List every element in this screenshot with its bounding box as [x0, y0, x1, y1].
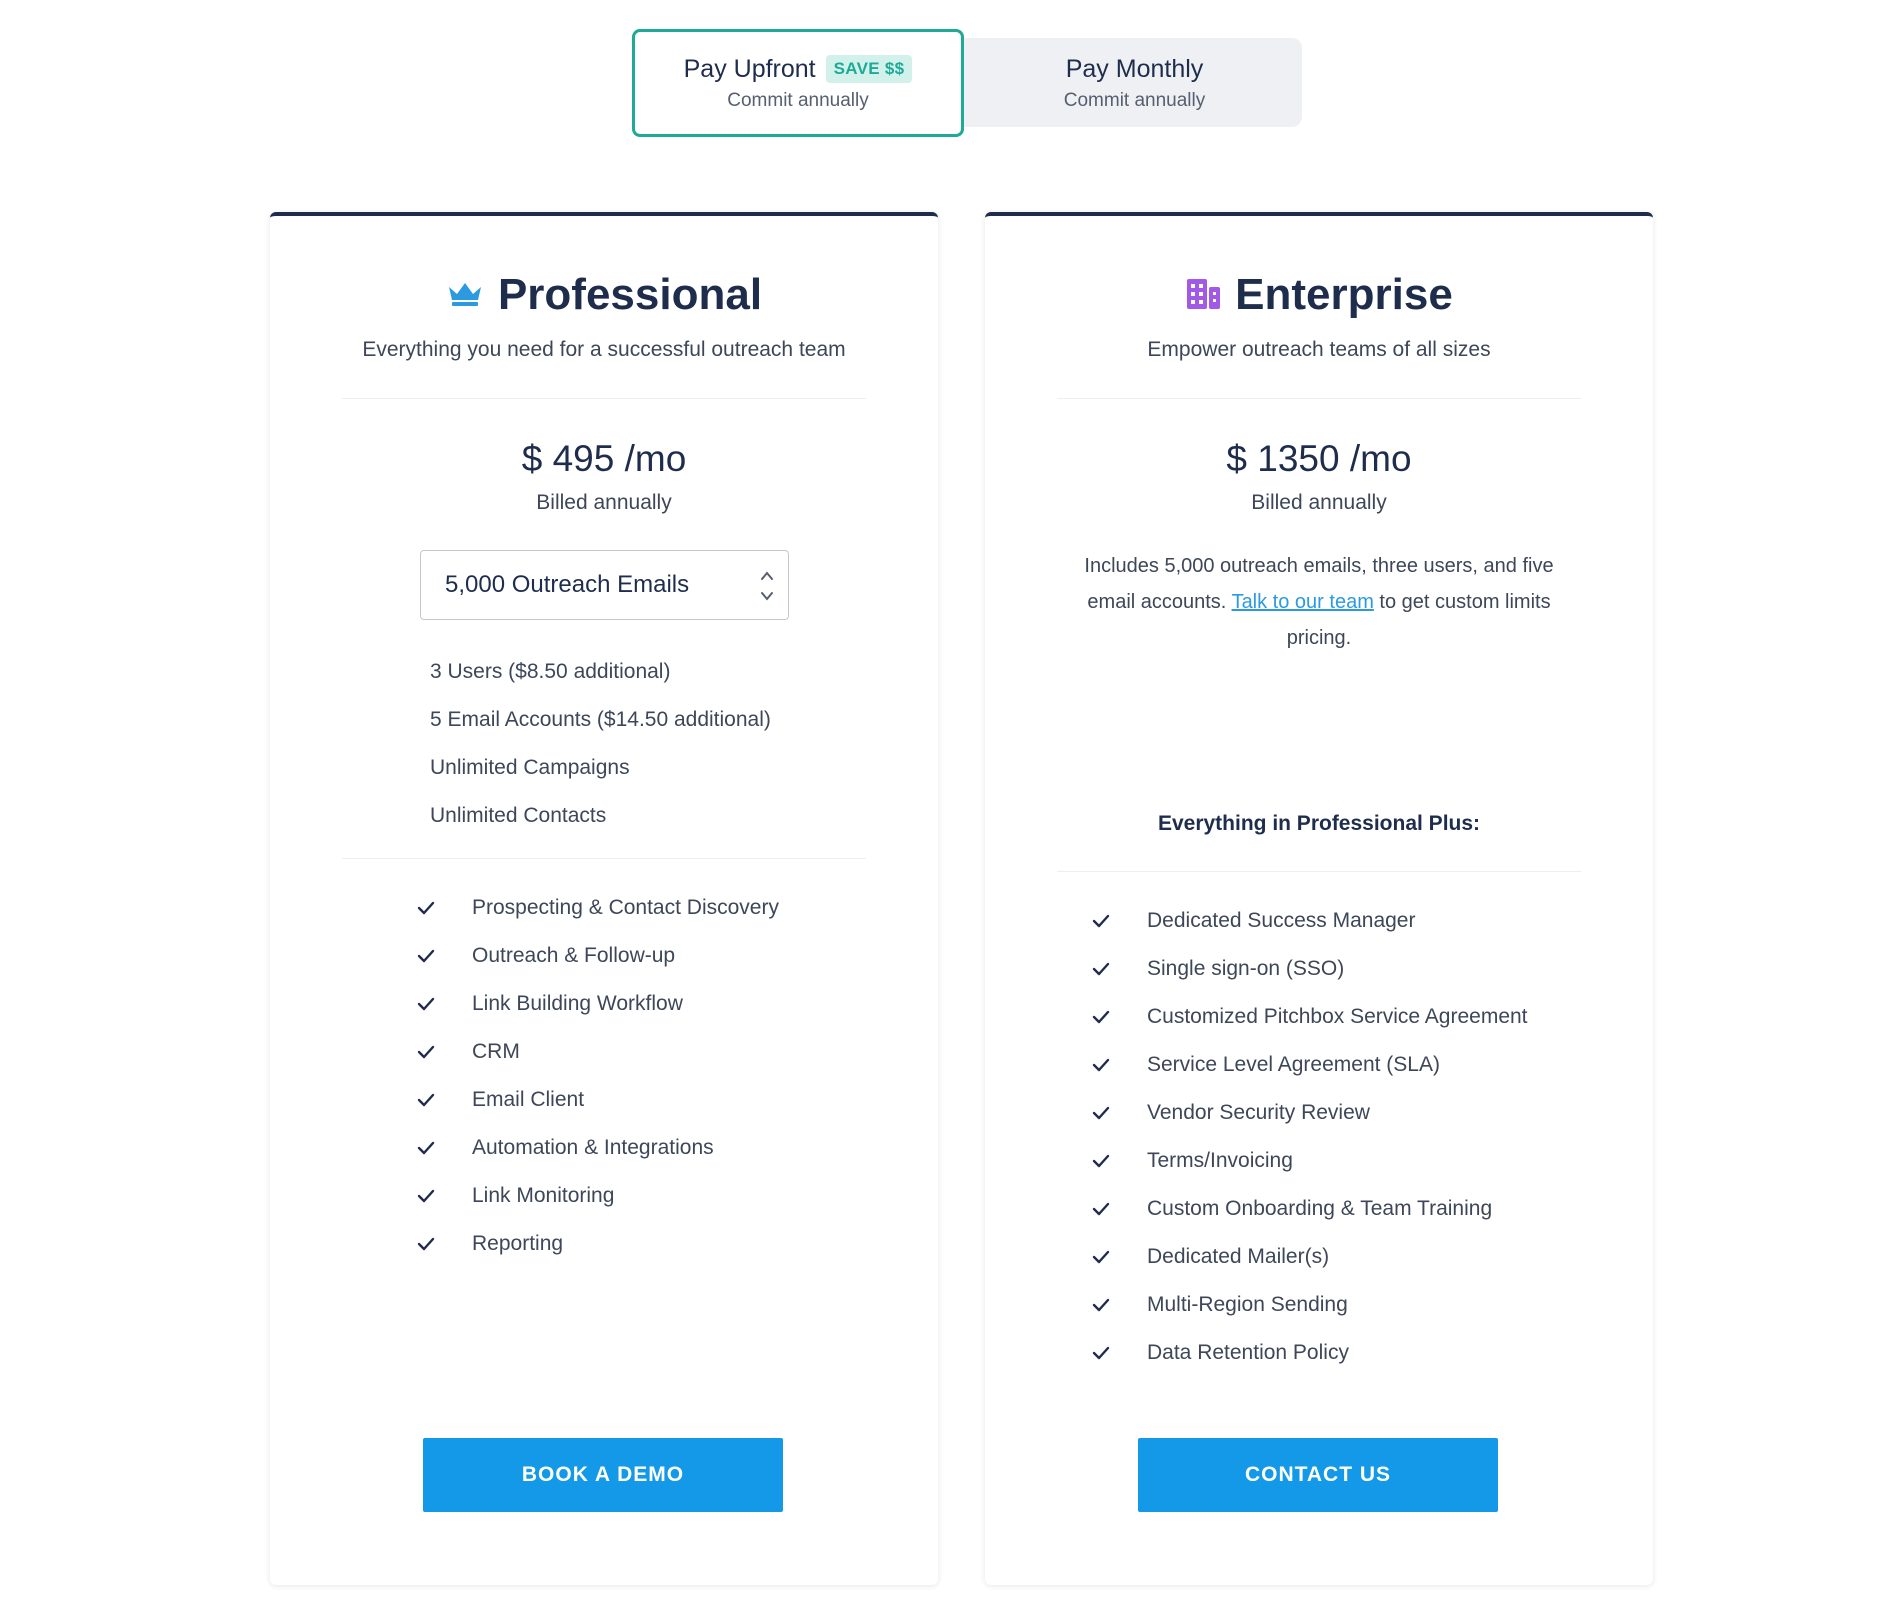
pay-upfront-title: Pay Upfront — [683, 54, 816, 83]
check-icon — [416, 1042, 436, 1062]
pay-monthly-subtitle: Commit annually — [1063, 89, 1206, 111]
enterprise-info-text: Includes 5,000 outreach emails, three us… — [1075, 548, 1563, 656]
check-icon — [1091, 911, 1111, 931]
check-icon — [416, 898, 436, 918]
plan-price: $ 1350 /mo — [1226, 438, 1412, 479]
feature-item: Customized Pitchbox Service Agreement — [1091, 993, 1528, 1041]
feature-item: Link Building Workflow — [416, 980, 779, 1028]
feature-label: Single sign-on (SSO) — [1147, 957, 1345, 980]
professional-plan-card: Professional Everything you need for a s… — [270, 212, 938, 1585]
check-icon — [416, 1234, 436, 1254]
check-icon — [1091, 1151, 1111, 1171]
feature-item: CRM — [416, 1028, 779, 1076]
check-icon — [416, 1090, 436, 1110]
plan-description: Empower outreach teams of all sizes — [1147, 338, 1491, 361]
plan-name: Professional — [497, 270, 763, 319]
outreach-emails-select[interactable]: 5,000 Outreach Emails — [420, 550, 789, 620]
feature-item: Automation & Integrations — [416, 1124, 779, 1172]
pay-upfront-title-row: Pay Upfront SAVE $$ — [684, 55, 913, 84]
outreach-emails-value: 5,000 Outreach Emails — [445, 571, 690, 598]
check-icon — [416, 946, 436, 966]
feature-label: Data Retention Policy — [1147, 1341, 1349, 1364]
professional-features-list: Prospecting & Contact Discovery Outreach… — [416, 884, 779, 1268]
divider — [1057, 871, 1581, 872]
limit-item: 5 Email Accounts ($14.50 additional) — [430, 708, 771, 731]
plan-limits-list: 3 Users ($8.50 additional) 5 Email Accou… — [430, 648, 771, 840]
talk-to-team-link[interactable]: Talk to our team — [1232, 591, 1374, 613]
check-icon — [1091, 1247, 1111, 1267]
billing-note: Billed annually — [536, 491, 672, 514]
check-icon — [1091, 959, 1111, 979]
enterprise-plan-card: Enterprise Empower outreach teams of all… — [985, 212, 1653, 1585]
pay-monthly-title: Pay Monthly — [1065, 54, 1204, 83]
feature-item: Multi-Region Sending — [1091, 1281, 1528, 1329]
feature-item: Email Client — [416, 1076, 779, 1124]
check-icon — [1091, 1343, 1111, 1363]
feature-label: CRM — [472, 1040, 520, 1063]
check-icon — [416, 994, 436, 1014]
feature-item: Dedicated Success Manager — [1091, 897, 1528, 945]
feature-item: Custom Onboarding & Team Training — [1091, 1185, 1528, 1233]
check-icon — [1091, 1103, 1111, 1123]
chevron-up-down-icon — [760, 569, 774, 608]
check-icon — [1091, 1295, 1111, 1315]
feature-label: Prospecting & Contact Discovery — [472, 896, 779, 919]
billing-toggle: Pay Upfront SAVE $$ Commit annually Pay … — [632, 29, 1302, 137]
check-icon — [416, 1138, 436, 1158]
plan-description: Everything you need for a successful out… — [362, 338, 846, 361]
enterprise-features-list: Dedicated Success Manager Single sign-on… — [1091, 897, 1528, 1377]
feature-label: Link Monitoring — [472, 1184, 615, 1207]
limit-item: Unlimited Campaigns — [430, 756, 630, 779]
feature-label: Multi-Region Sending — [1147, 1293, 1348, 1316]
feature-item: Vendor Security Review — [1091, 1089, 1528, 1137]
feature-item: Service Level Agreement (SLA) — [1091, 1041, 1528, 1089]
divider — [1057, 398, 1581, 399]
divider — [342, 398, 866, 399]
feature-label: Automation & Integrations — [472, 1136, 714, 1159]
professional-header: Professional — [270, 270, 938, 320]
enterprise-header: Enterprise — [985, 270, 1653, 320]
feature-label: Customized Pitchbox Service Agreement — [1147, 1005, 1528, 1028]
feature-label: Terms/Invoicing — [1147, 1149, 1293, 1172]
plus-heading: Everything in Professional Plus: — [1157, 812, 1481, 835]
pay-monthly-option[interactable]: Pay Monthly Commit annually — [967, 29, 1302, 137]
crown-icon — [446, 279, 484, 312]
book-demo-button[interactable]: BOOK A DEMO — [423, 1438, 783, 1512]
feature-label: Dedicated Mailer(s) — [1147, 1245, 1330, 1268]
feature-label: Email Client — [472, 1088, 585, 1111]
check-icon — [1091, 1055, 1111, 1075]
plan-name: Enterprise — [1235, 270, 1453, 319]
feature-label: Reporting — [472, 1232, 564, 1255]
limit-item: 3 Users ($8.50 additional) — [430, 660, 671, 683]
pay-upfront-option[interactable]: Pay Upfront SAVE $$ Commit annually — [632, 29, 964, 137]
contact-us-button[interactable]: CONTACT US — [1138, 1438, 1498, 1512]
check-icon — [416, 1186, 436, 1206]
feature-label: Custom Onboarding & Team Training — [1147, 1197, 1493, 1220]
feature-item: Link Monitoring — [416, 1172, 779, 1220]
building-icon — [1185, 277, 1221, 314]
divider — [342, 858, 866, 859]
feature-item: Single sign-on (SSO) — [1091, 945, 1528, 993]
feature-label: Link Building Workflow — [472, 992, 683, 1015]
feature-label: Vendor Security Review — [1147, 1101, 1370, 1124]
feature-item: Prospecting & Contact Discovery — [416, 884, 779, 932]
feature-item: Outreach & Follow-up — [416, 932, 779, 980]
feature-label: Service Level Agreement (SLA) — [1147, 1053, 1440, 1076]
save-badge: SAVE $$ — [825, 55, 913, 83]
feature-label: Dedicated Success Manager — [1147, 909, 1416, 932]
pay-upfront-subtitle: Commit annually — [727, 89, 869, 111]
feature-item: Reporting — [416, 1220, 779, 1268]
check-icon — [1091, 1007, 1111, 1027]
feature-item: Data Retention Policy — [1091, 1329, 1528, 1377]
plan-price: $ 495 /mo — [521, 438, 687, 479]
feature-item: Terms/Invoicing — [1091, 1137, 1528, 1185]
limit-item: Unlimited Contacts — [430, 804, 607, 827]
feature-item: Dedicated Mailer(s) — [1091, 1233, 1528, 1281]
feature-label: Outreach & Follow-up — [472, 944, 676, 967]
check-icon — [1091, 1199, 1111, 1219]
billing-note: Billed annually — [1251, 491, 1387, 514]
